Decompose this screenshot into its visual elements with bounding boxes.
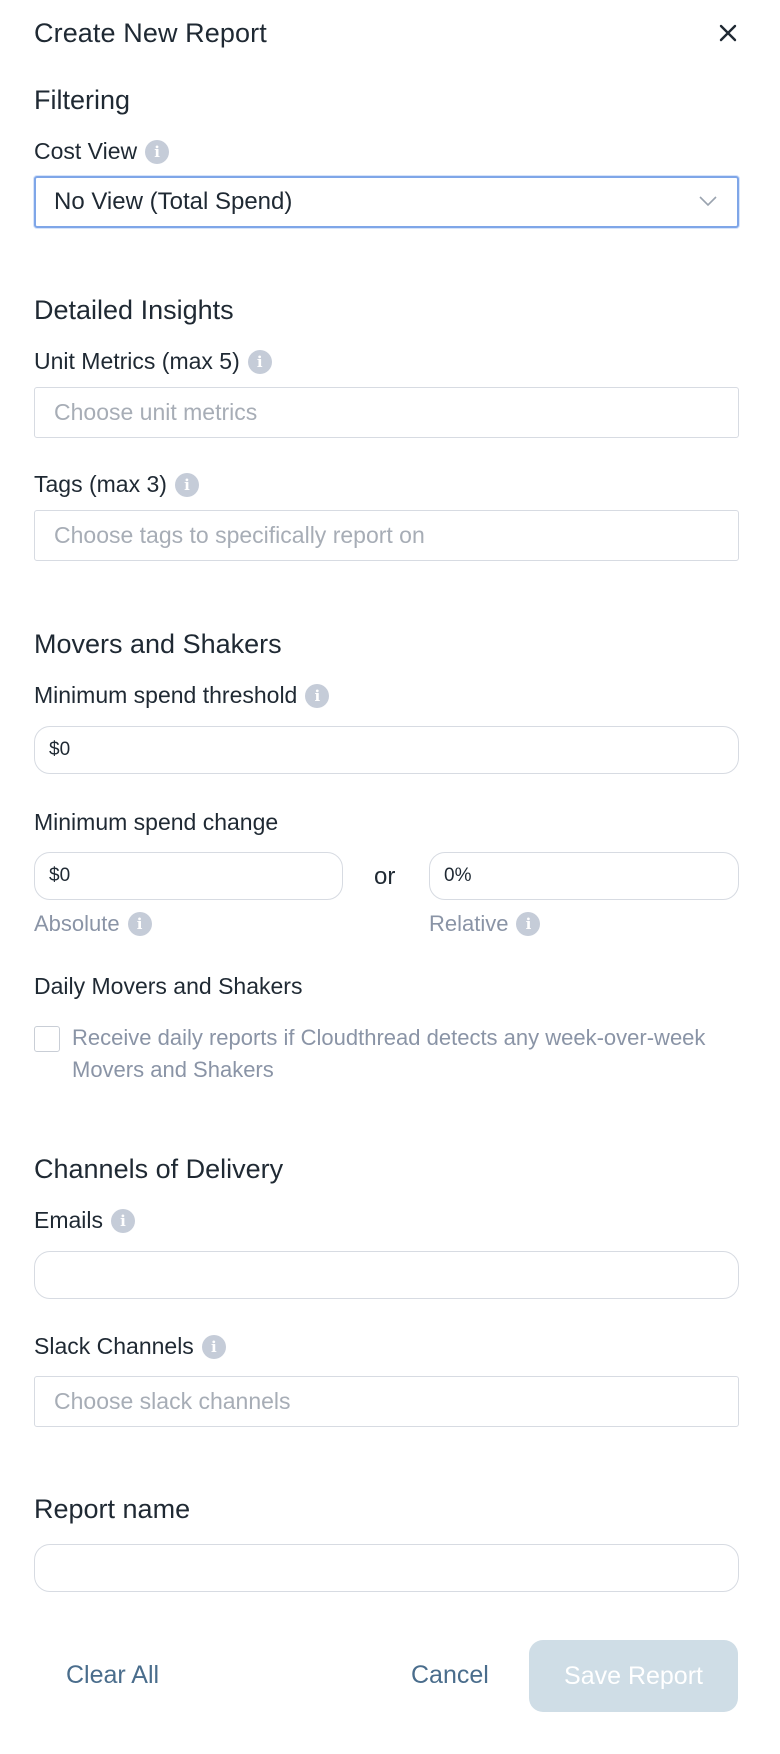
relative-label-row: Relative i: [429, 911, 541, 937]
min-threshold-input[interactable]: $0: [34, 726, 739, 774]
absolute-label-row: Absolute i: [34, 911, 152, 937]
close-button[interactable]: [713, 18, 743, 48]
filtering-section-title: Filtering: [34, 85, 131, 115]
close-icon: [719, 24, 737, 42]
daily-reports-checkbox-label: Receive daily reports if Cloudthread det…: [72, 1025, 706, 1082]
info-icon[interactable]: i: [247, 349, 272, 374]
slack-channels-placeholder: Choose slack channels: [54, 1388, 291, 1414]
info-icon[interactable]: i: [111, 1208, 136, 1233]
min-threshold-label-row: Minimum spend threshold i: [34, 682, 330, 709]
tags-label: Tags (max 3): [34, 471, 167, 497]
cost-view-label-row: Cost View i: [34, 138, 170, 165]
tags-label-row: Tags (max 3) i: [34, 471, 199, 498]
absolute-label: Absolute: [34, 911, 120, 936]
unit-metrics-label: Unit Metrics (max 5): [34, 348, 240, 374]
slack-label-row: Slack Channels i: [34, 1333, 226, 1360]
unit-metrics-label-row: Unit Metrics (max 5) i: [34, 348, 272, 375]
save-report-button[interactable]: Save Report: [529, 1640, 738, 1712]
info-icon[interactable]: i: [174, 472, 199, 497]
relative-change-value: 0%: [444, 865, 472, 886]
slack-channels-select[interactable]: Choose slack channels: [34, 1376, 739, 1427]
daily-movers-label: Daily Movers and Shakers: [34, 973, 303, 999]
or-label: or: [374, 863, 396, 890]
tags-placeholder: Choose tags to specifically report on: [54, 522, 425, 548]
emails-input[interactable]: [34, 1251, 739, 1299]
tags-select[interactable]: Choose tags to specifically report on: [34, 510, 739, 561]
absolute-change-value: $0: [49, 865, 71, 886]
unit-metrics-select[interactable]: Choose unit metrics: [34, 387, 739, 438]
report-name-label: Report name: [34, 1494, 191, 1524]
relative-change-input[interactable]: 0%: [429, 852, 739, 900]
info-icon[interactable]: i: [305, 683, 330, 708]
info-icon[interactable]: i: [516, 912, 541, 936]
relative-label: Relative: [429, 911, 509, 936]
absolute-change-input[interactable]: $0: [34, 852, 343, 900]
emails-label-row: Emails i: [34, 1207, 136, 1234]
unit-metrics-placeholder: Choose unit metrics: [54, 399, 258, 425]
daily-reports-checkbox[interactable]: [34, 1026, 60, 1052]
cancel-button[interactable]: Cancel: [411, 1661, 489, 1690]
info-icon[interactable]: i: [127, 912, 152, 936]
min-change-label: Minimum spend change: [34, 809, 279, 835]
cost-view-select[interactable]: No View (Total Spend): [34, 176, 739, 228]
emails-label: Emails: [34, 1207, 104, 1233]
report-name-input[interactable]: [34, 1544, 739, 1592]
info-icon[interactable]: i: [145, 139, 170, 164]
cost-view-selected-value: No View (Total Spend): [54, 188, 293, 215]
min-threshold-label: Minimum spend threshold: [34, 682, 298, 708]
detailed-insights-section-title: Detailed Insights: [34, 295, 234, 325]
min-threshold-value: $0: [49, 739, 71, 760]
clear-all-button[interactable]: Clear All: [66, 1661, 159, 1690]
info-icon[interactable]: i: [201, 1334, 226, 1359]
movers-section-title: Movers and Shakers: [34, 629, 282, 659]
cost-view-label: Cost View: [34, 138, 138, 164]
slack-label: Slack Channels: [34, 1333, 194, 1359]
delivery-section-title: Channels of Delivery: [34, 1154, 284, 1184]
modal-title: Create New Report: [34, 18, 267, 48]
chevron-down-icon: [699, 196, 717, 207]
